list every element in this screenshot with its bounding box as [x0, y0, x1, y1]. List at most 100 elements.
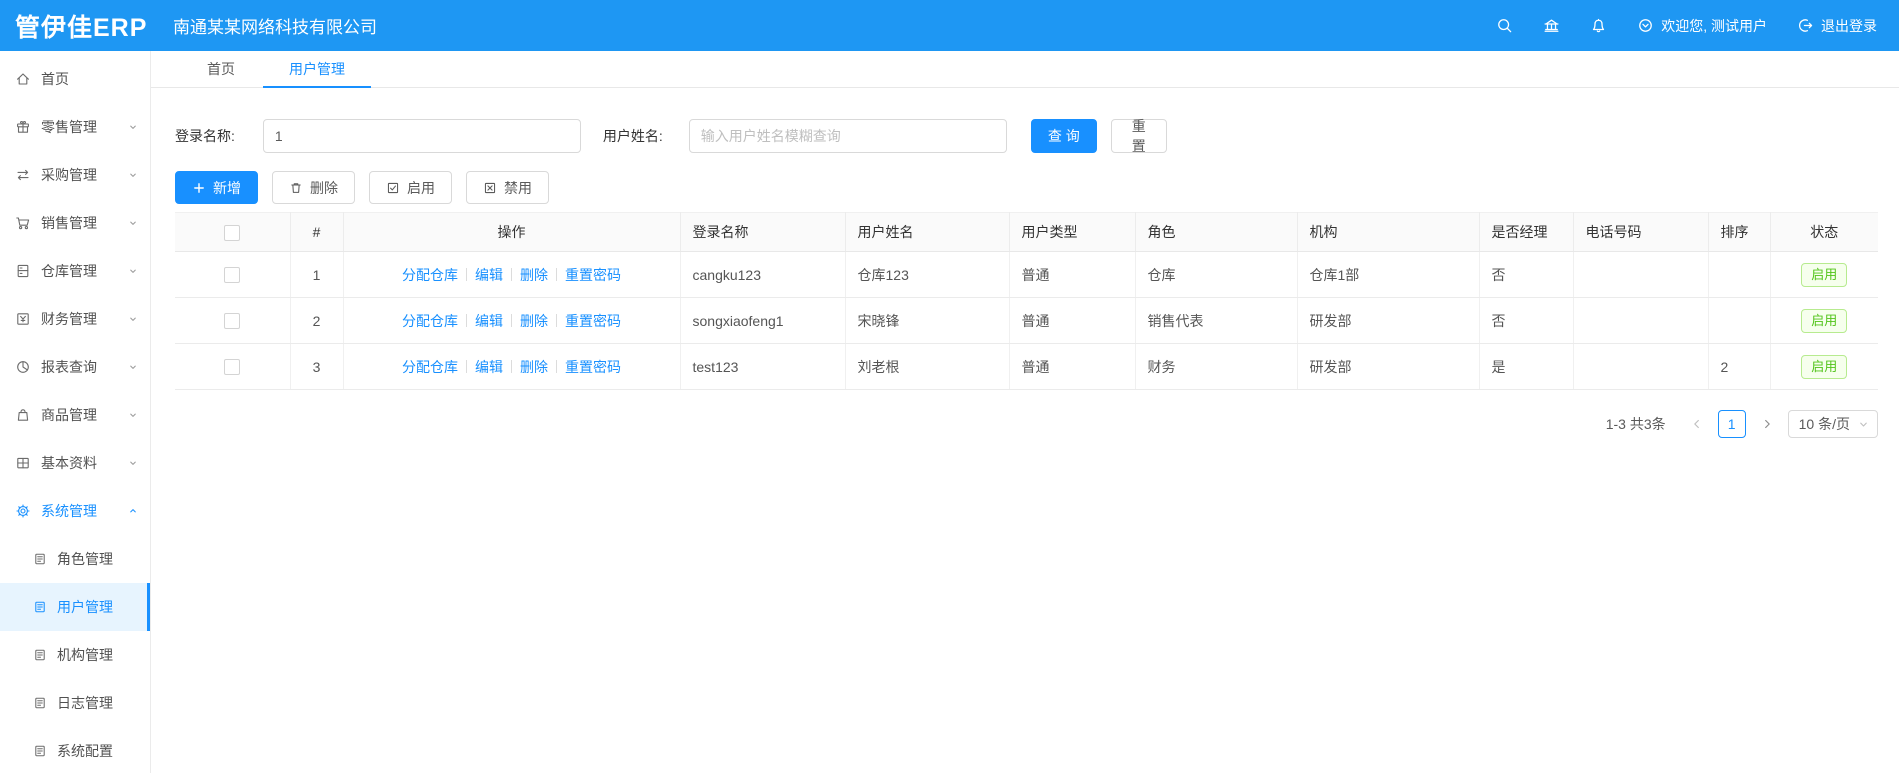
cell-role: 销售代表: [1135, 297, 1298, 344]
toolbar: 新增 删除 启用 禁用: [175, 171, 1877, 204]
page-number-button[interactable]: 1: [1717, 410, 1746, 438]
sidebar-item-finance[interactable]: 财务管理: [0, 295, 150, 343]
sidebar-item-label: 报表查询: [41, 359, 97, 375]
cell-name: 仓库123: [845, 251, 1010, 298]
sidebar-item-label: 基本资料: [41, 455, 97, 471]
prev-page-button[interactable]: [1684, 411, 1710, 437]
topbar-actions: 欢迎您, 测试用户 退出登录: [1496, 16, 1899, 36]
row-checkbox[interactable]: [224, 313, 241, 330]
col-role: 角色: [1135, 212, 1298, 252]
chevron-left-icon: [1693, 419, 1699, 429]
table-row: 1 分配仓库 编辑 删除 重置密码 cangku123 仓库123 普通 仓库 …: [175, 251, 1878, 298]
user-name-input[interactable]: [688, 119, 1007, 153]
enable-button[interactable]: 启用: [369, 171, 452, 204]
chevron-down-icon: [127, 361, 139, 373]
bell-icon[interactable]: [1590, 17, 1607, 34]
sidebar-item-sales[interactable]: 销售管理: [0, 199, 150, 247]
sidebar-item-user-mgmt[interactable]: 用户管理: [0, 583, 150, 631]
pie-chart-icon: [15, 359, 31, 375]
assign-warehouse-link[interactable]: 分配仓库: [394, 311, 466, 331]
sidebar-item-label: 首页: [41, 71, 69, 87]
sidebar-item-label: 用户管理: [57, 599, 113, 615]
sidebar-item-retail[interactable]: 零售管理: [0, 103, 150, 151]
assign-warehouse-link[interactable]: 分配仓库: [394, 357, 466, 377]
cell-phone: [1573, 297, 1709, 344]
col-sort: 排序: [1708, 212, 1771, 252]
sidebar-item-home[interactable]: 首页: [0, 55, 150, 103]
home-icon: [15, 71, 31, 87]
cell-name: 宋晓锋: [845, 297, 1010, 344]
sidebar-item-system[interactable]: 系统管理: [0, 487, 150, 535]
storage-icon: [15, 263, 31, 279]
cell-org: 研发部: [1297, 343, 1480, 390]
cell-manager: 否: [1479, 251, 1574, 298]
tabbar: 首页 用户管理: [151, 51, 1899, 88]
user-menu[interactable]: 欢迎您, 测试用户: [1637, 16, 1767, 36]
chevron-down-icon: [127, 409, 139, 421]
bank-icon[interactable]: [1543, 17, 1560, 34]
search-icon[interactable]: [1496, 17, 1513, 34]
cell-sort: 2: [1708, 343, 1771, 390]
cell-sort: [1708, 251, 1771, 298]
edit-link[interactable]: 编辑: [467, 311, 511, 331]
sidebar-item-purchase[interactable]: 采购管理: [0, 151, 150, 199]
user-dropdown-icon: [1637, 17, 1654, 34]
plus-icon: [192, 181, 206, 195]
cell-phone: [1573, 343, 1709, 390]
sidebar-item-label: 采购管理: [41, 167, 97, 183]
cell-org: 研发部: [1297, 297, 1480, 344]
sidebar-item-role-mgmt[interactable]: 角色管理: [0, 535, 150, 583]
cell-type: 普通: [1009, 297, 1136, 344]
caret-down-icon: [1860, 422, 1867, 427]
login-name-label: 登录名称:: [175, 128, 235, 144]
select-all-checkbox[interactable]: [224, 224, 241, 241]
add-button[interactable]: 新增: [175, 171, 258, 204]
page-size-select[interactable]: 10 条/页: [1787, 410, 1878, 438]
sidebar-item-log-mgmt[interactable]: 日志管理: [0, 679, 150, 727]
col-user-name: 用户姓名: [845, 212, 1010, 252]
cell-org: 仓库1部: [1297, 251, 1480, 298]
finance-icon: [15, 311, 31, 327]
row-index: 1: [290, 251, 344, 298]
table-row: 3 分配仓库 编辑 删除 重置密码 test123 刘老根 普通 财务 研发部 …: [175, 343, 1878, 390]
gift-icon: [15, 119, 31, 135]
sidebar-item-goods[interactable]: 商品管理: [0, 391, 150, 439]
login-name-input[interactable]: [262, 119, 581, 153]
delete-link[interactable]: 删除: [512, 265, 556, 285]
cell-type: 普通: [1009, 343, 1136, 390]
tab-home[interactable]: 首页: [195, 51, 247, 87]
table-header-row: # 操作 登录名称 用户姓名 用户类型 角色 机构 是否经理 电话号码 排序 状…: [175, 212, 1878, 252]
query-button[interactable]: 查 询: [1030, 119, 1097, 153]
cell-name: 刘老根: [845, 343, 1010, 390]
delete-link[interactable]: 删除: [512, 357, 556, 377]
sidebar-item-label: 系统管理: [41, 503, 97, 519]
row-checkbox[interactable]: [224, 267, 241, 284]
row-checkbox[interactable]: [224, 359, 241, 376]
col-status: 状态: [1770, 212, 1878, 252]
chevron-right-icon: [1764, 419, 1770, 429]
topbar: 管伊佳ERP 南通某某网络科技有限公司 欢迎您, 测试用户 退出登录: [0, 0, 1899, 51]
next-page-button[interactable]: [1754, 411, 1780, 437]
reset-button[interactable]: 重 置: [1110, 118, 1167, 154]
sidebar-item-warehouse[interactable]: 仓库管理: [0, 247, 150, 295]
tab-user-mgmt[interactable]: 用户管理: [263, 51, 371, 88]
edit-link[interactable]: 编辑: [467, 357, 511, 377]
assign-warehouse-link[interactable]: 分配仓库: [394, 265, 466, 285]
sidebar-item-basic-data[interactable]: 基本资料: [0, 439, 150, 487]
chevron-down-icon: [127, 169, 139, 181]
delete-link[interactable]: 删除: [512, 311, 556, 331]
reset-password-link[interactable]: 重置密码: [557, 311, 629, 331]
reset-password-link[interactable]: 重置密码: [557, 265, 629, 285]
chevron-down-icon: [127, 313, 139, 325]
logout-button[interactable]: 退出登录: [1797, 16, 1877, 36]
sidebar-item-system-config[interactable]: 系统配置: [0, 727, 150, 773]
sidebar-item-org-mgmt[interactable]: 机构管理: [0, 631, 150, 679]
disable-button[interactable]: 禁用: [466, 171, 549, 204]
cell-type: 普通: [1009, 251, 1136, 298]
delete-button[interactable]: 删除: [272, 171, 355, 204]
pagination: 1-3 共3条 1 10 条/页: [175, 410, 1878, 438]
main-area: 首页 用户管理 登录名称: 用户姓名: 查 询 重 置 新增: [151, 51, 1899, 773]
sidebar-item-reports[interactable]: 报表查询: [0, 343, 150, 391]
edit-link[interactable]: 编辑: [467, 265, 511, 285]
reset-password-link[interactable]: 重置密码: [557, 357, 629, 377]
